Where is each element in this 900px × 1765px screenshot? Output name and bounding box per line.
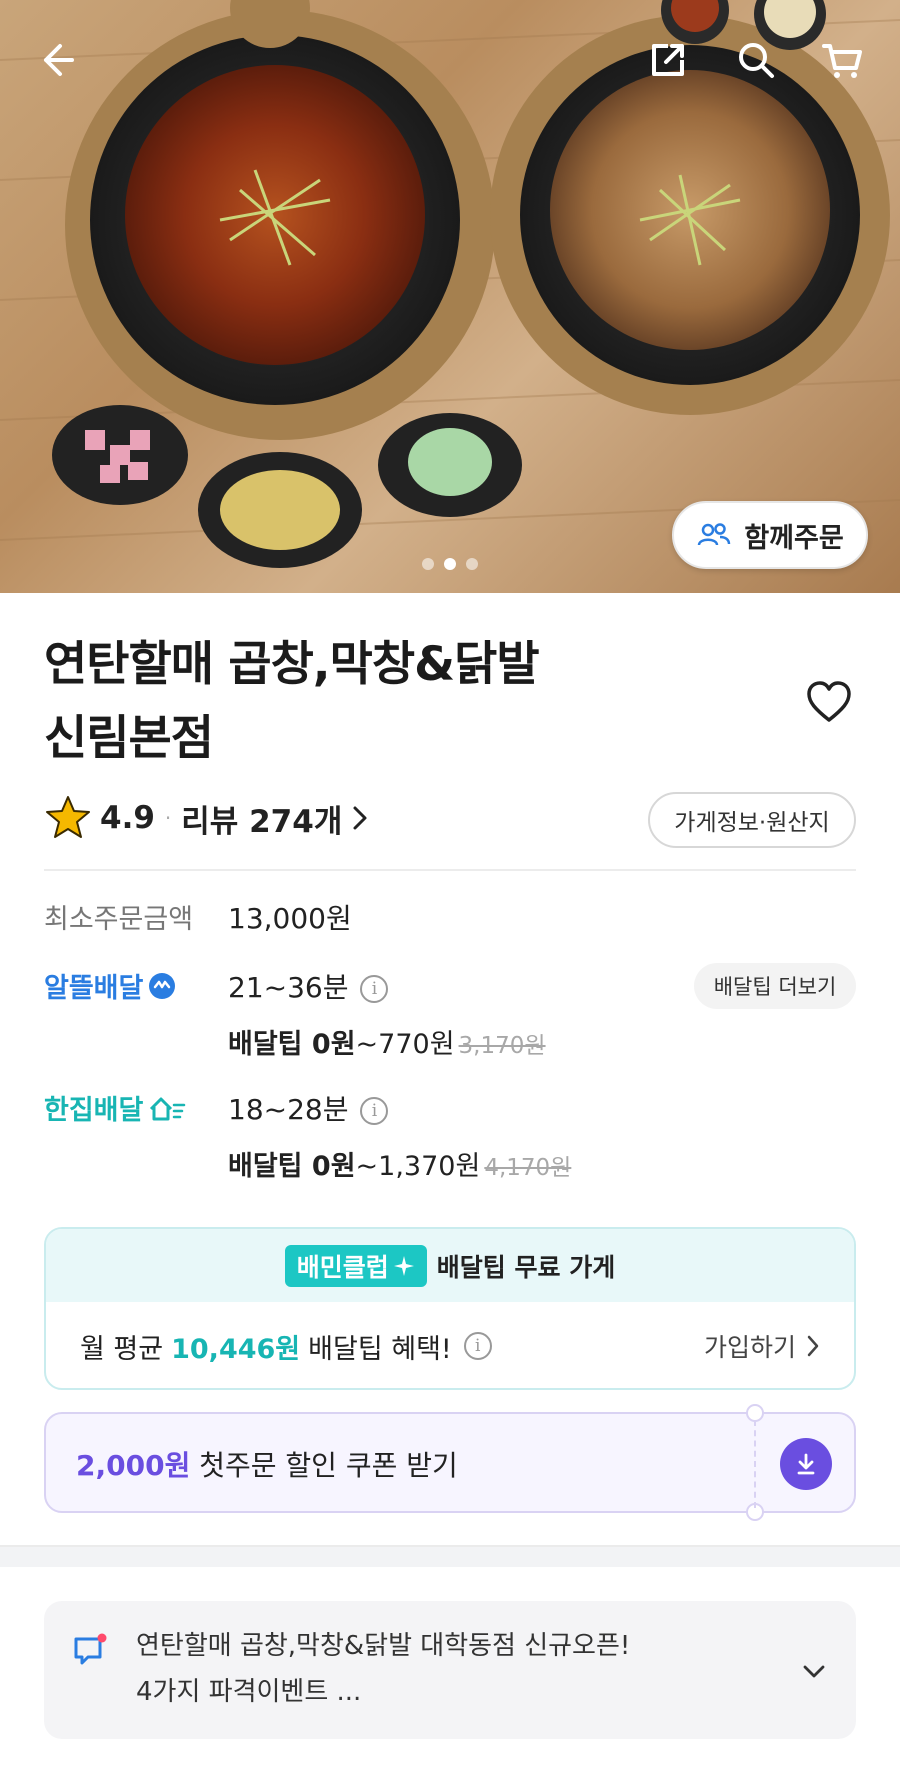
cart-button[interactable]: [814, 32, 870, 88]
join-label: 가입하기: [703, 1333, 796, 1362]
tip-prefix: 배달팁 0원: [228, 1151, 356, 1182]
tip-original: 3,170원: [458, 1033, 546, 1059]
tip-prefix: 배달팁 0원: [228, 1029, 356, 1060]
coupon-amount: 2,000원: [76, 1449, 191, 1482]
saver-badge-icon: [149, 972, 176, 999]
delivery-option-single: 한집배달: [44, 1088, 187, 1127]
group-order-button[interactable]: 함께주문: [672, 501, 868, 569]
tip-range: ~1,370원: [355, 1151, 481, 1182]
coupon-perforation: [754, 1420, 756, 1508]
delivery-option-name: 한집배달: [44, 1095, 144, 1126]
chevron-right-icon: [353, 806, 367, 830]
min-order-value: 13,000원: [228, 902, 352, 935]
coupon-text: 2,000원 첫주문 할인 쿠폰 받기: [76, 1444, 458, 1484]
slide-dot[interactable]: [466, 558, 478, 570]
store-notice[interactable]: 연탄할매 곱창,막창&닭발 대학동점 신규오픈! 4가지 파격이벤트 ...: [44, 1601, 856, 1739]
chevron-right-icon: [807, 1335, 819, 1357]
tip-line-saver: 배달팁 0원~770원 3,170원: [228, 1022, 546, 1061]
info-icon[interactable]: i: [463, 1332, 492, 1360]
slide-dot-active[interactable]: [444, 558, 456, 570]
club-badge: 배민클럽: [284, 1244, 427, 1287]
delivery-option-saver: 알뜰배달: [44, 966, 177, 1005]
benefit-amount: 10,446원: [171, 1333, 301, 1365]
delivery-time: 18~28분: [228, 1093, 349, 1126]
first-order-coupon[interactable]: 2,000원 첫주문 할인 쿠폰 받기: [44, 1404, 856, 1521]
club-benefit-text: 월 평균 10,446원 배달팁 혜택! i: [80, 1327, 492, 1366]
benefit-prefix: 월 평균: [80, 1333, 164, 1365]
slide-dot[interactable]: [422, 558, 434, 570]
delivery-time-single: 18~28분 i: [228, 1088, 389, 1128]
coupon-download-button[interactable]: [780, 1438, 832, 1490]
store-name-line2: 신림본점: [44, 711, 214, 766]
club-header: 배민클럽 배달팁 무료 가게: [46, 1229, 854, 1302]
arrow-left-icon: [44, 44, 74, 76]
club-badge-label: 배민클럽: [296, 1252, 389, 1282]
section-divider: [0, 1545, 900, 1567]
search-button[interactable]: [728, 32, 784, 88]
tip-line-single: 배달팁 0원~1,370원 4,170원: [228, 1144, 571, 1183]
tip-original: 4,170원: [484, 1155, 572, 1181]
info-icon[interactable]: i: [360, 1097, 389, 1125]
share-button[interactable]: [640, 32, 696, 88]
rating-score: 4.9: [100, 800, 155, 836]
star-icon: [46, 796, 90, 838]
hero-image[interactable]: 함께주문: [0, 0, 900, 593]
store-title: 연탄할매 곱창,막창&닭발 신림본점: [44, 628, 744, 776]
back-button[interactable]: [28, 32, 84, 88]
store-name-line1: 연탄할매 곱창,막창&닭발: [44, 637, 540, 692]
review-count: 리뷰 274개: [181, 803, 343, 840]
favorite-heart-icon[interactable]: [805, 678, 853, 726]
baemin-club-banner[interactable]: 배민클럽 배달팁 무료 가게 월 평균 10,446원 배달팁 혜택! i 가입…: [44, 1227, 856, 1390]
divider: [44, 869, 856, 871]
coupon-label: 첫주문 할인 쿠폰 받기: [199, 1449, 458, 1482]
review-link[interactable]: 리뷰 274개: [181, 796, 368, 841]
rating-row: 4.9 · 리뷰 274개: [44, 793, 368, 843]
more-tips-button[interactable]: 배달팁 더보기: [694, 963, 856, 1009]
club-join-button[interactable]: 가입하기: [704, 1328, 820, 1364]
cart-icon: [822, 44, 862, 78]
group-icon: [698, 523, 731, 546]
group-order-label: 함께주문: [744, 522, 844, 554]
notice-chat-icon: [74, 1633, 107, 1665]
house-speed-icon: [150, 1097, 186, 1120]
delivery-time-saver: 21~36분 i: [228, 966, 389, 1006]
separator-dot: ·: [164, 806, 172, 830]
delivery-time: 21~36분: [228, 971, 349, 1004]
club-title: 배달팁 무료 가게: [436, 1252, 616, 1282]
store-info-button[interactable]: 가게정보·원산지: [648, 792, 856, 848]
sparkle-icon: [393, 1255, 414, 1276]
search-icon: [739, 43, 774, 78]
share-icon: [652, 44, 684, 76]
notice-text: 연탄할매 곱창,막창&닭발 대학동점 신규오픈! 4가지 파격이벤트 ...: [136, 1631, 631, 1707]
tip-range: ~770원: [355, 1029, 455, 1060]
benefit-suffix: 배달팁 혜택!: [308, 1333, 452, 1365]
chevron-down-icon[interactable]: [800, 1657, 828, 1685]
delivery-option-name: 알뜰배달: [44, 973, 144, 1004]
info-icon[interactable]: i: [360, 975, 389, 1003]
download-icon: [797, 1453, 815, 1475]
club-benefit-row: 월 평균 10,446원 배달팁 혜택! i 가입하기: [46, 1302, 854, 1388]
min-order-label: 최소주문금액: [44, 904, 194, 935]
